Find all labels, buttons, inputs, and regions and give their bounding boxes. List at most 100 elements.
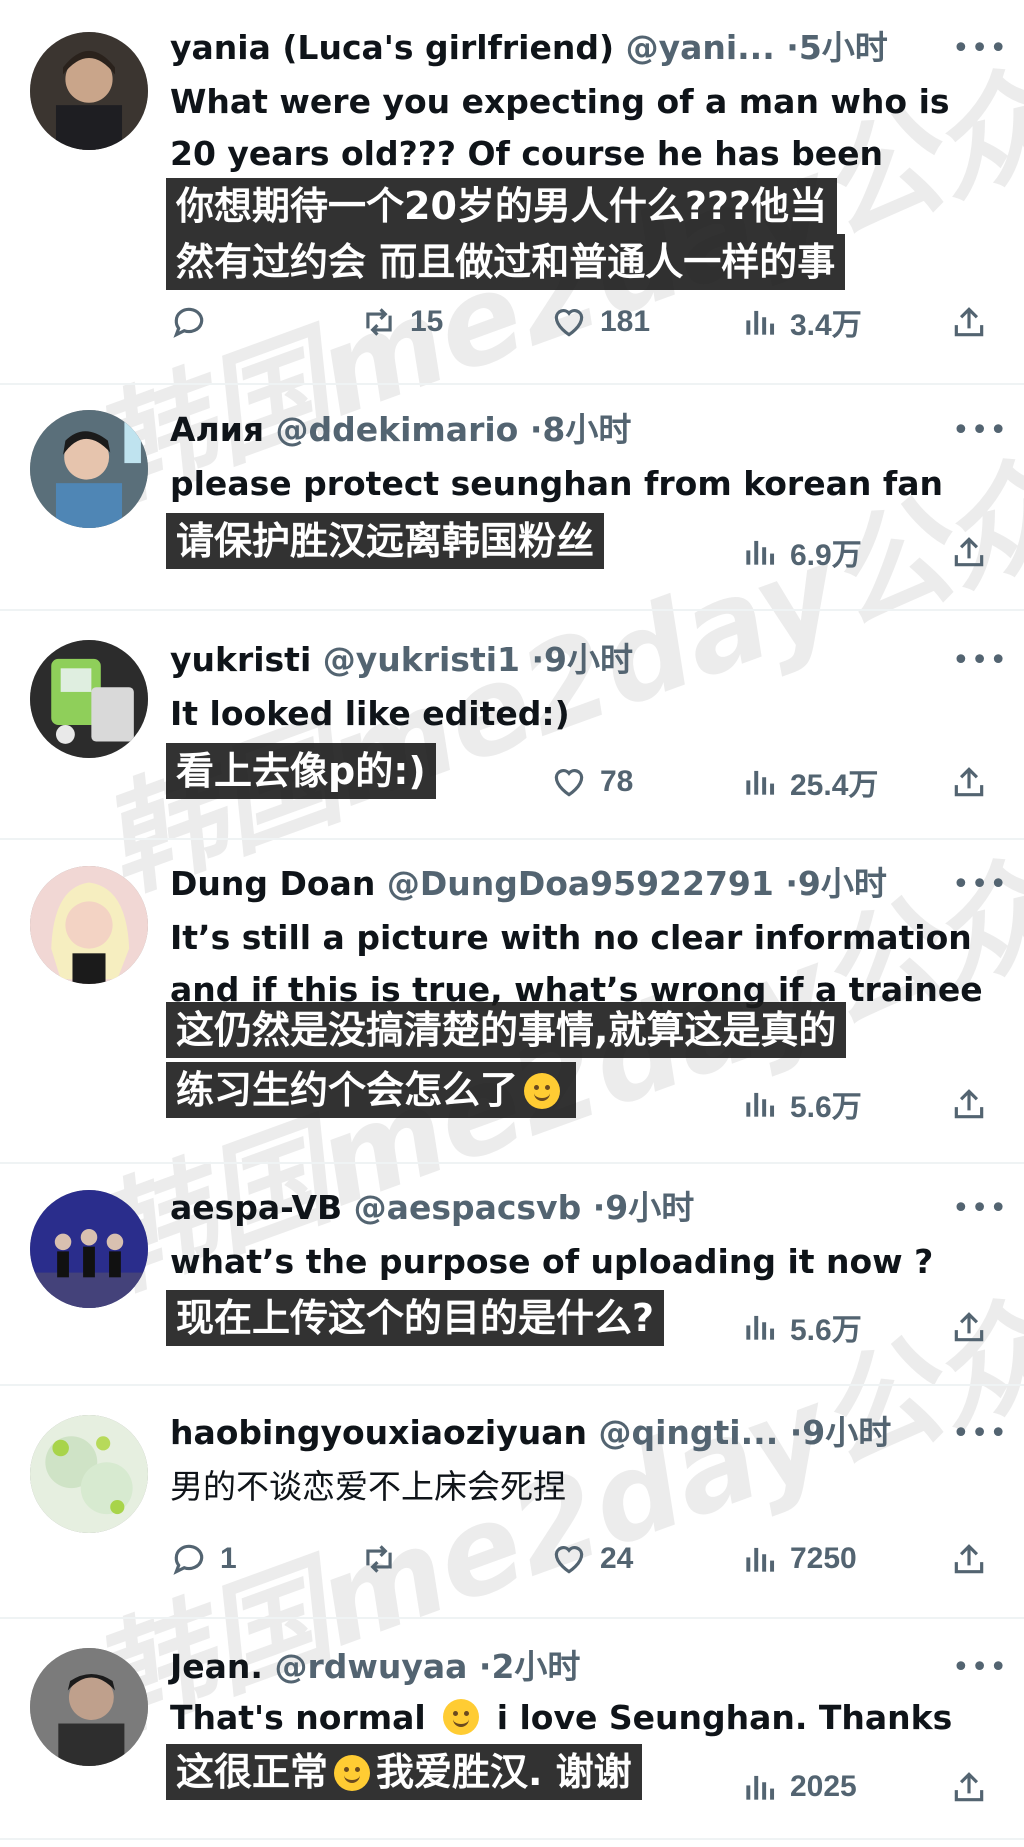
tweet-header: aespa-VB @aespacsvb ·9小时: [170, 1186, 694, 1230]
timestamp[interactable]: 9小时: [802, 1413, 891, 1452]
tweet-actions: 6.9万: [170, 530, 990, 574]
display-name[interactable]: haobingyouxiaoziyuan: [170, 1413, 587, 1452]
tweet-text: What were you expecting of a man who is …: [170, 82, 950, 173]
avatar[interactable]: [30, 640, 148, 758]
timestamp-dot: ·: [789, 1413, 803, 1452]
avatar[interactable]: [30, 410, 148, 528]
avatar[interactable]: [30, 32, 148, 150]
display-name[interactable]: Алия: [170, 410, 264, 449]
views-icon: [746, 1775, 775, 1800]
avatar[interactable]: [30, 1415, 148, 1533]
user-handle[interactable]: @rdwuyaa: [274, 1647, 467, 1686]
avatar[interactable]: [30, 1648, 148, 1766]
display-name[interactable]: Dung Doan: [170, 864, 375, 903]
timestamp[interactable]: 8小时: [542, 410, 631, 449]
tweet-header: yukristi @yukristi1 ·9小时: [170, 638, 633, 682]
share-icon: [954, 1089, 984, 1119]
timestamp[interactable]: 9小时: [798, 864, 887, 903]
views-icon: [746, 310, 775, 335]
retweet-button[interactable]: 15: [360, 300, 443, 344]
share-icon: [954, 1772, 984, 1802]
user-handle[interactable]: @ddekimario: [276, 410, 519, 449]
tweet-header: yania (Luca's girlfriend) @yani... ·5小时: [170, 26, 888, 70]
like-button[interactable]: 181: [550, 300, 650, 344]
tweet-actions: 78 25.4万: [170, 760, 990, 804]
views-button[interactable]: 6.9万: [740, 530, 862, 574]
user-handle[interactable]: @DungDoa95922791: [387, 864, 774, 903]
more-icon[interactable]: •••: [952, 1419, 1007, 1449]
tweet-text: It looked like edited:): [170, 694, 570, 733]
more-icon[interactable]: •••: [952, 1194, 1007, 1224]
timestamp[interactable]: 9小时: [605, 1188, 694, 1227]
tweet-actions: 5.6万: [170, 1082, 990, 1126]
more-icon[interactable]: •••: [952, 1653, 1007, 1683]
divider: [0, 1838, 1024, 1840]
share-button[interactable]: [950, 300, 1000, 344]
share-icon: [954, 1544, 984, 1574]
translation-caption: 你想期待一个20岁的男人什么???他当: [166, 178, 838, 234]
reply-button[interactable]: 1: [170, 1537, 237, 1581]
view-count: 6.9万: [790, 539, 862, 572]
reply-button[interactable]: [170, 300, 220, 344]
avatar[interactable]: [30, 1190, 148, 1308]
view-count: 3.4万: [790, 309, 862, 342]
display-name[interactable]: Jean.: [170, 1647, 263, 1686]
share-button[interactable]: [950, 1537, 1000, 1581]
user-handle[interactable]: @yani...: [626, 28, 775, 67]
divider: [0, 1384, 1024, 1386]
share-icon: [954, 767, 984, 797]
tweet-text: That's normal i love Seunghan. Thanks: [170, 1692, 990, 1744]
timestamp-dot: ·: [529, 410, 543, 449]
share-button[interactable]: [950, 1765, 1000, 1809]
share-button[interactable]: [950, 1082, 1000, 1126]
tweet-text: what’s the purpose of uploading it now ?: [170, 1242, 934, 1281]
display-name[interactable]: yania (Luca's girlfriend): [170, 28, 614, 67]
like-icon: [554, 1546, 584, 1574]
avatar[interactable]: [30, 866, 148, 984]
views-button[interactable]: 2025: [740, 1765, 857, 1809]
timestamp[interactable]: 2小时: [491, 1647, 580, 1686]
retweet-button[interactable]: [360, 1537, 410, 1581]
tweet-text: please protect seunghan from korean fan: [170, 464, 943, 503]
share-button[interactable]: [950, 530, 1000, 574]
like-count: 181: [600, 305, 651, 338]
share-button[interactable]: [950, 760, 1000, 804]
views-button[interactable]: 5.6万: [740, 1082, 862, 1126]
user-handle[interactable]: @qingti...: [598, 1413, 778, 1452]
more-icon[interactable]: •••: [952, 646, 1007, 676]
user-handle[interactable]: @yukristi1: [323, 640, 520, 679]
divider: [0, 838, 1024, 840]
views-icon: [746, 770, 775, 795]
views-button[interactable]: 5.6万: [740, 1305, 862, 1349]
views-icon: [746, 1092, 775, 1117]
timestamp-dot: ·: [592, 1188, 606, 1227]
like-button[interactable]: 24: [550, 1537, 633, 1581]
reply-icon: [173, 307, 204, 338]
timestamp-dot: ·: [786, 28, 799, 67]
timestamp[interactable]: 5小时: [799, 28, 888, 67]
more-icon[interactable]: •••: [952, 34, 1007, 64]
user-handle[interactable]: @aespacsvb: [354, 1188, 582, 1227]
view-count: 2025: [790, 1770, 857, 1803]
views-button[interactable]: 25.4万: [740, 760, 878, 804]
view-count: 25.4万: [790, 769, 879, 802]
view-count: 5.6万: [790, 1314, 862, 1347]
share-button[interactable]: [950, 1305, 1000, 1349]
divider: [0, 1617, 1024, 1619]
tweet-header: Dung Doan @DungDoa95922791 ·9小时: [170, 862, 887, 906]
like-button[interactable]: 78: [550, 760, 633, 804]
tweet-text-part: That's normal: [170, 1698, 426, 1737]
views-button[interactable]: 7250: [740, 1537, 857, 1581]
display-name[interactable]: yukristi: [170, 640, 311, 679]
tweet-header: Jean. @rdwuyaa ·2小时: [170, 1645, 580, 1689]
more-icon[interactable]: •••: [952, 870, 1007, 900]
views-button[interactable]: 3.4万: [740, 300, 862, 344]
display-name[interactable]: aespa-VB: [170, 1188, 342, 1227]
timestamp-dot: ·: [531, 640, 545, 679]
like-count: 78: [600, 765, 634, 798]
reply-feed: 韩国me2day公众号 韩国me2day公众号 韩国me2day公众号 韩国me…: [0, 0, 1024, 1847]
more-icon[interactable]: •••: [952, 416, 1007, 446]
timestamp[interactable]: 9小时: [544, 640, 633, 679]
timestamp-dot: ·: [785, 864, 798, 903]
tweet-actions: 5.6万: [170, 1305, 990, 1349]
